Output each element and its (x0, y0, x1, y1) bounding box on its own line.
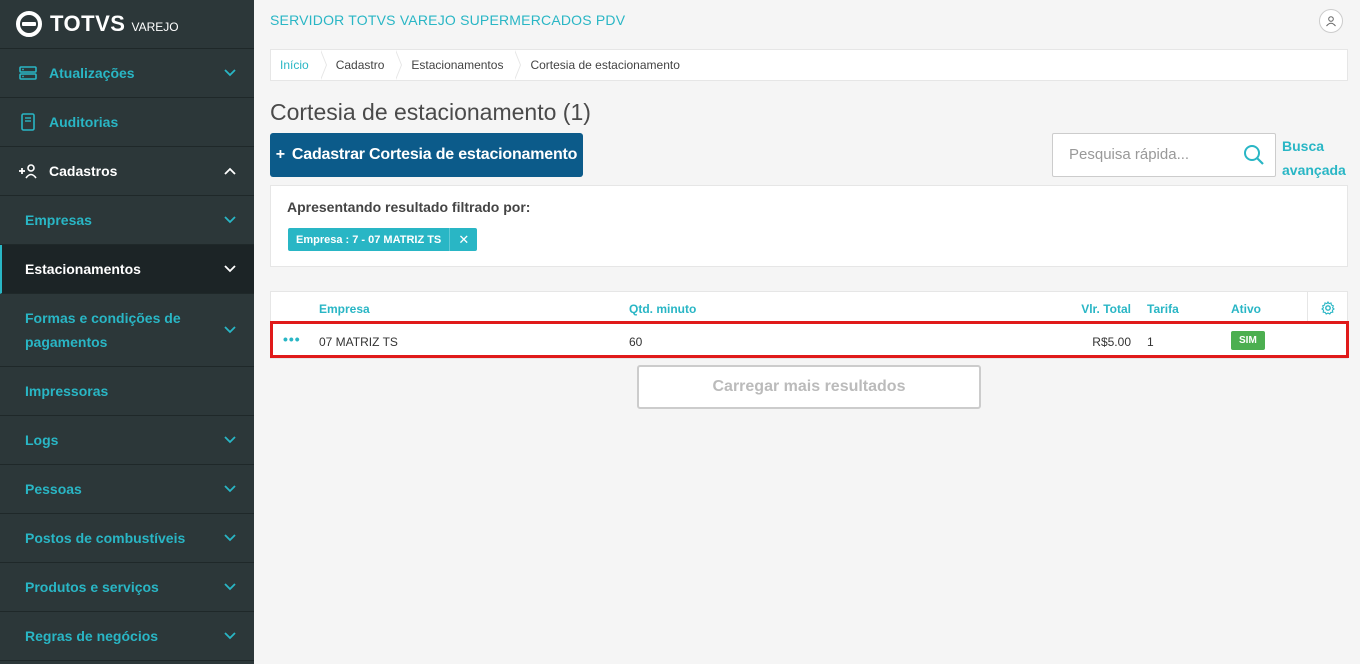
page-title: Cortesia de estacionamento (1) (270, 99, 591, 125)
add-cortesia-label: Cadastrar Cortesia de estacionamento (291, 146, 578, 163)
col-tarifa[interactable]: Tarifa (1147, 302, 1179, 316)
search-input[interactable] (1053, 134, 1223, 174)
sidebar-item-label: Logs (25, 432, 59, 448)
breadcrumb-cadastro: Cadastro (327, 50, 403, 80)
status-badge: SIM (1231, 331, 1265, 350)
advanced-search-line1: Busca (1282, 138, 1325, 154)
chevron-down-icon (224, 581, 236, 593)
chevron-down-icon (224, 483, 236, 495)
server-title: SERVIDOR TOTVS VAREJO SUPERMERCADOS PDV (270, 12, 626, 28)
cell-vlr-total: R$5.00 (1092, 335, 1131, 349)
cell-tarifa: 1 (1147, 335, 1154, 349)
col-ativo[interactable]: Ativo (1231, 302, 1261, 316)
filter-panel: Apresentando resultado filtrado por: Emp… (270, 185, 1348, 267)
sidebar-item-label: Pessoas (25, 481, 82, 497)
sidebar-item-produtos[interactable]: Produtos e serviços (0, 563, 254, 612)
sidebar-item-formas-pagamento[interactable]: Formas e condições de pagamentos (0, 294, 254, 367)
chevron-down-icon (224, 263, 236, 275)
col-vlr-total[interactable]: Vlr. Total (1081, 302, 1131, 316)
sidebar-item-label: Produtos e serviços (25, 579, 159, 595)
sidebar-item-cadastros[interactable]: Cadastros (0, 147, 254, 196)
user-icon[interactable] (1319, 9, 1343, 33)
search-icon[interactable] (1243, 144, 1265, 166)
sidebar-item-label: Empresas (25, 212, 92, 228)
sidebar-item-auditorias[interactable]: Auditorias (0, 98, 254, 147)
brand-logo[interactable]: TOTVS VAREJO (0, 0, 254, 49)
col-qtd-minuto[interactable]: Qtd. minuto (629, 302, 696, 316)
close-icon[interactable]: ✕ (449, 228, 477, 251)
table-row[interactable]: ••• 07 MATRIZ TS 60 R$5.00 1 SIM (271, 323, 1347, 359)
more-actions-icon[interactable]: ••• (283, 331, 301, 347)
topbar: SERVIDOR TOTVS VAREJO SUPERMERCADOS PDV (254, 0, 1360, 40)
cell-qtd-minuto: 60 (629, 335, 643, 349)
sidebar-item-estacionamentos[interactable]: Estacionamentos (0, 245, 254, 294)
sidebar-item-postos[interactable]: Postos de combustíveis (0, 514, 254, 563)
chevron-down-icon (224, 630, 236, 642)
book-icon (18, 113, 38, 131)
filter-tag: Empresa : 7 - 07 MATRIZ TS ✕ (288, 228, 478, 251)
filter-title: Apresentando resultado filtrado por: (287, 199, 531, 215)
brand-sub: VAREJO (131, 20, 179, 34)
sidebar-item-regras[interactable]: Regras de negócios (0, 612, 254, 661)
sidebar-item-label: Impressoras (25, 383, 109, 399)
sidebar-item-label: Postos de combustíveis (25, 530, 186, 546)
cell-empresa: 07 MATRIZ TS (319, 335, 398, 349)
breadcrumb-estacionamentos: Estacionamentos (402, 50, 522, 80)
totvs-logo-icon (16, 11, 42, 37)
chevron-up-icon (224, 165, 236, 177)
chevron-down-icon (224, 214, 236, 226)
chevron-down-icon (224, 67, 236, 79)
gear-icon[interactable] (1307, 292, 1347, 323)
sidebar-item-empresas[interactable]: Empresas (0, 196, 254, 245)
sidebar-item-label: Atualizações (49, 65, 135, 81)
sidebar-item-label: Cadastros (49, 163, 118, 179)
brand-name: TOTVS (50, 11, 126, 36)
breadcrumb-current: Cortesia de estacionamento (530, 58, 680, 72)
chevron-down-icon (224, 324, 236, 336)
col-empresa[interactable]: Empresa (319, 302, 370, 316)
sidebar-item-impressoras[interactable]: Impressoras (0, 367, 254, 416)
sidebar-item-label: Estacionamentos (25, 261, 141, 277)
filter-tag-label: Empresa : 7 - 07 MATRIZ TS (296, 233, 442, 246)
sidebar: TOTVS VAREJO Atualizações Auditorias Cad… (0, 0, 254, 664)
chevron-down-icon (224, 434, 236, 446)
sidebar-item-atualizacoes[interactable]: Atualizações (0, 49, 254, 98)
quick-search (1052, 133, 1276, 177)
advanced-search-line2: avançada (1282, 162, 1346, 178)
plus-icon: + (275, 146, 285, 163)
add-cortesia-button[interactable]: + Cadastrar Cortesia de estacionamento (270, 133, 583, 177)
add-user-icon (18, 163, 38, 179)
advanced-search-link[interactable]: Busca avançada (1282, 134, 1346, 182)
breadcrumb: Início Cadastro Estacionamentos Cortesia… (270, 49, 1348, 81)
load-more-button[interactable]: Carregar mais resultados (637, 365, 981, 409)
server-icon (18, 66, 38, 80)
results-table: Empresa Qtd. minuto Vlr. Total Tarifa At… (270, 291, 1348, 359)
sidebar-item-pessoas[interactable]: Pessoas (0, 465, 254, 514)
breadcrumb-inicio[interactable]: Início (271, 50, 327, 80)
table-header: Empresa Qtd. minuto Vlr. Total Tarifa At… (271, 292, 1347, 323)
sidebar-item-label: Regras de negócios (25, 628, 159, 644)
chevron-down-icon (224, 532, 236, 544)
sidebar-item-logs[interactable]: Logs (0, 416, 254, 465)
sidebar-item-label: Formas e condições de pagamentos (25, 310, 181, 350)
sidebar-item-label: Auditorias (49, 114, 119, 130)
